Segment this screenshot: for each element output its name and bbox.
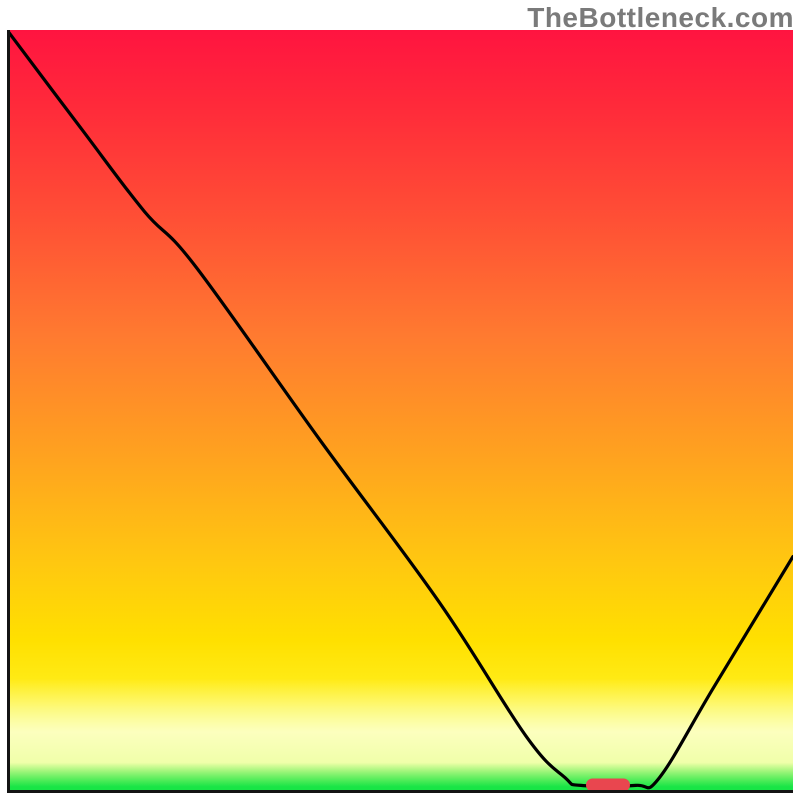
minimum-marker xyxy=(586,779,630,792)
plot-area xyxy=(7,30,793,793)
background-gradient xyxy=(7,30,793,793)
figure-frame: TheBottleneck.com xyxy=(0,0,800,800)
